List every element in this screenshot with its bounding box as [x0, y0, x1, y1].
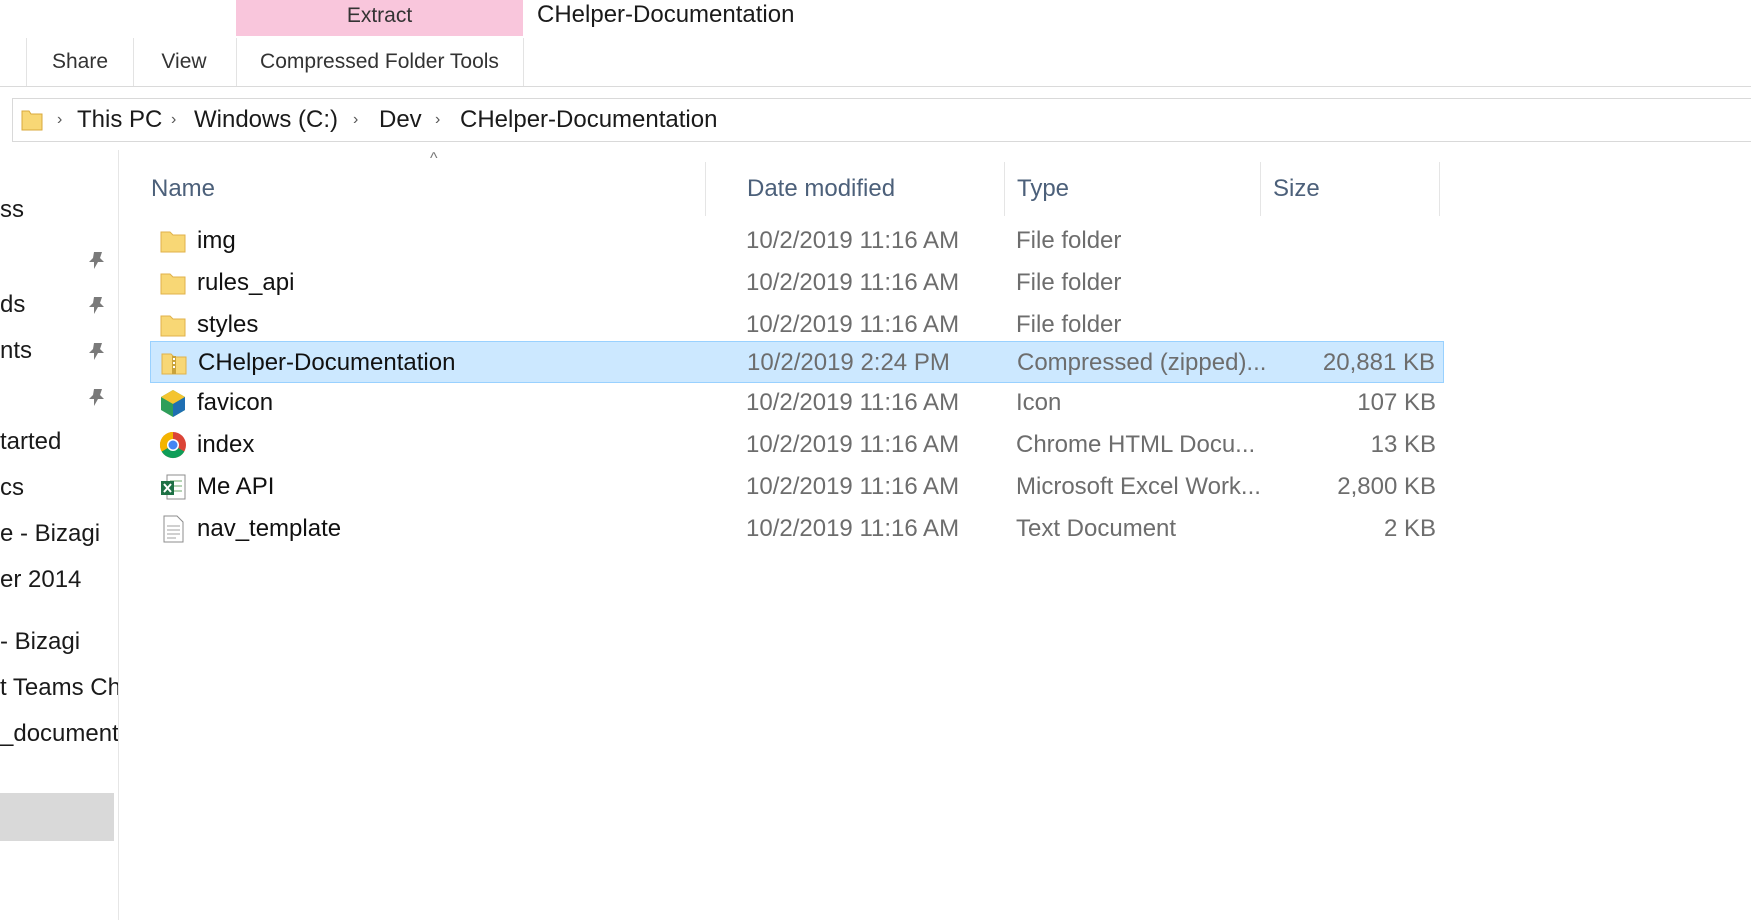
file-row[interactable]: rules_api 10/2/2019 11:16 AM File folder: [150, 262, 1444, 304]
nav-item-getting-started[interactable]: tarted: [0, 427, 61, 457]
file-type: Icon: [1016, 389, 1062, 416]
file-row[interactable]: img 10/2/2019 11:16 AM File folder: [150, 220, 1444, 262]
file-type: File folder: [1016, 227, 1122, 254]
file-name[interactable]: rules_api: [197, 262, 294, 304]
nav-item-bizagi-2[interactable]: - Bizagi: [0, 627, 80, 657]
breadcrumb-this-pc[interactable]: This PC: [77, 99, 162, 141]
file-date-modified: 10/2/2019 11:16 AM: [746, 389, 960, 416]
column-header-name[interactable]: Name: [138, 162, 706, 216]
nav-item-quick-access[interactable]: ss: [0, 195, 24, 225]
nav-item-cs[interactable]: cs: [0, 473, 24, 503]
nav-item-document[interactable]: _document: [0, 719, 118, 749]
file-size: 107 KB: [1357, 389, 1436, 416]
breadcrumb-separator[interactable]: ›: [57, 99, 62, 141]
file-name[interactable]: Me API: [197, 466, 274, 508]
file-name[interactable]: styles: [197, 304, 258, 346]
navigation-pane: ss ds nts tarted cs e - Bizagi er 2014 -…: [0, 150, 119, 920]
file-date-modified: 10/2/2019 11:16 AM: [746, 227, 960, 254]
file-name[interactable]: CHelper-Documentation: [198, 342, 455, 384]
file-name[interactable]: img: [197, 220, 236, 262]
file-row[interactable]: index 10/2/2019 11:16 AM Chrome HTML Doc…: [150, 424, 1444, 466]
chrome-icon: [159, 431, 186, 459]
window-title: CHelper-Documentation: [537, 1, 795, 28]
file-size: 2,800 KB: [1337, 473, 1436, 500]
pin-icon[interactable]: [86, 294, 108, 316]
file-date-modified: 10/2/2019 11:16 AM: [746, 515, 960, 542]
file-type: Microsoft Excel Work...: [1016, 473, 1261, 500]
tab-share[interactable]: Share: [26, 38, 134, 86]
file-list: ^ Name Date modified Type Size img 10/2/…: [118, 150, 1751, 920]
breadcrumb-chelper-documentation[interactable]: CHelper-Documentation: [460, 99, 717, 141]
file-date-modified: 10/2/2019 11:16 AM: [746, 431, 960, 458]
nav-item-teams[interactable]: t Teams Ch: [0, 673, 118, 703]
folder-icon: [160, 231, 186, 253]
file-date-modified: 10/2/2019 11:16 AM: [746, 269, 960, 296]
favicon-icon: [161, 390, 185, 417]
text-document-icon: [163, 515, 184, 543]
nav-item-2014[interactable]: er 2014: [0, 565, 81, 595]
tab-compressed-folder-tools[interactable]: Compressed Folder Tools: [236, 38, 524, 86]
column-header-date-modified[interactable]: Date modified: [734, 162, 1005, 216]
file-type: Compressed (zipped)...: [1017, 349, 1267, 376]
file-type: Text Document: [1016, 515, 1177, 542]
pin-icon[interactable]: [86, 249, 108, 271]
breadcrumb-windows-c[interactable]: Windows (C:): [194, 99, 338, 141]
file-date-modified: 10/2/2019 11:16 AM: [746, 473, 960, 500]
zip-folder-icon: [161, 353, 187, 375]
file-name[interactable]: nav_template: [197, 508, 341, 550]
nav-item-downloads[interactable]: ds: [0, 290, 25, 320]
tab-view[interactable]: View: [132, 38, 237, 86]
folder-icon: [160, 273, 186, 295]
folder-icon: [21, 110, 43, 131]
breadcrumb-separator[interactable]: ›: [435, 99, 440, 141]
excel-icon: [161, 474, 186, 500]
nav-item-bizagi-1[interactable]: e - Bizagi: [0, 519, 100, 549]
file-name[interactable]: index: [197, 424, 254, 466]
breadcrumb-separator[interactable]: ›: [353, 99, 358, 141]
file-row[interactable]: Me API 10/2/2019 11:16 AM Microsoft Exce…: [150, 466, 1444, 508]
extract-context-tab[interactable]: Extract: [236, 0, 523, 36]
file-row[interactable]: styles 10/2/2019 11:16 AM File folder: [150, 304, 1444, 346]
pin-icon[interactable]: [86, 386, 108, 408]
file-size: 13 KB: [1370, 431, 1436, 458]
ribbon: Extract CHelper-Documentation Share View…: [0, 0, 1751, 87]
nav-item-selected[interactable]: [0, 793, 114, 841]
folder-icon: [160, 315, 186, 337]
file-date-modified: 10/2/2019 2:24 PM: [747, 349, 950, 376]
file-size: 2 KB: [1383, 515, 1436, 542]
file-size: 20,881 KB: [1322, 349, 1435, 376]
file-name[interactable]: favicon: [197, 382, 273, 424]
column-header-type[interactable]: Type: [1004, 162, 1261, 216]
file-row[interactable]: favicon 10/2/2019 11:16 AM Icon 107 KB: [150, 382, 1444, 424]
column-header-size[interactable]: Size: [1260, 162, 1440, 216]
file-type: Chrome HTML Docu...: [1016, 431, 1256, 458]
file-type: File folder: [1016, 269, 1122, 296]
breadcrumb-separator[interactable]: ›: [171, 99, 176, 141]
breadcrumb-dev[interactable]: Dev: [379, 99, 422, 141]
file-type: File folder: [1016, 311, 1122, 338]
pin-icon[interactable]: [86, 340, 108, 362]
file-row-selected[interactable]: CHelper-Documentation 10/2/2019 2:24 PM …: [150, 341, 1444, 383]
file-row[interactable]: nav_template 10/2/2019 11:16 AM Text Doc…: [150, 508, 1444, 550]
address-bar[interactable]: › This PC › Windows (C:) › Dev › CHelper…: [12, 98, 1751, 142]
file-date-modified: 10/2/2019 11:16 AM: [746, 311, 960, 338]
nav-item-documents[interactable]: nts: [0, 336, 32, 366]
